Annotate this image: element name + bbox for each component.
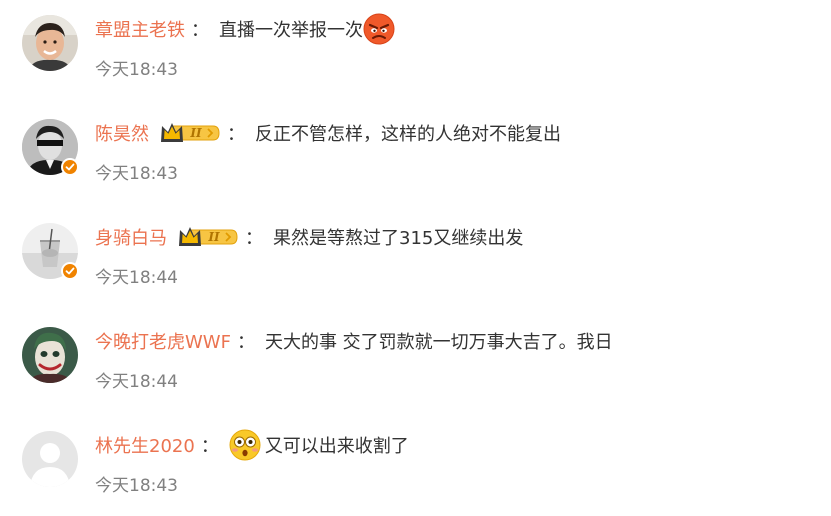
comment-time: 今天18:43 (95, 164, 178, 184)
avatar[interactable] (22, 15, 78, 71)
comment-text: 果然是等熬过了315又继续出发 (273, 228, 524, 249)
avatar[interactable] (22, 223, 79, 280)
vip-level-text: II (207, 230, 220, 244)
comment-list: 章盟主老铁 ： 直播一次举报一次 今天18:43 陈昊然 II ： 反正不管怎样… (0, 0, 831, 503)
default-avatar-icon (22, 431, 78, 487)
vip-level-text: II (189, 126, 202, 140)
verified-badge-icon (61, 158, 79, 176)
vip-level-badge-icon[interactable]: II (159, 120, 221, 146)
username-link[interactable]: 章盟主老铁 (95, 16, 185, 42)
verified-badge-icon (61, 262, 79, 280)
comment-line: 陈昊然 II ： 反正不管怎样，这样的人绝对不能复出 (95, 118, 561, 148)
colon-separator: ： (191, 20, 209, 41)
username-link[interactable]: 今晚打老虎WWF (95, 328, 231, 354)
comment-line: 身骑白马 II ： 果然是等熬过了315又继续出发 (95, 222, 523, 252)
comment-text: 反正不管怎样，这样的人绝对不能复出 (255, 124, 561, 145)
comment-item: 章盟主老铁 ： 直播一次举报一次 今天18:43 (0, 0, 831, 100)
comment-time: 今天18:44 (95, 372, 178, 392)
comment-time: 今天18:44 (95, 268, 178, 288)
comment-item: 今晚打老虎WWF ： 天大的事 交了罚款就一切万事大吉了。我日 今天18:44 (0, 312, 831, 412)
comment-text: 直播一次举报一次 (219, 20, 363, 41)
comment-line: 今晚打老虎WWF ： 天大的事 交了罚款就一切万事大吉了。我日 (95, 326, 613, 356)
comment-text: 又可以出来收割了 (264, 436, 409, 457)
colon-separator: ： (236, 332, 255, 353)
comment-item: 陈昊然 II ： 反正不管怎样，这样的人绝对不能复出 今天18:43 (0, 104, 831, 204)
username-link[interactable]: 身骑白马 (95, 224, 167, 250)
username-link[interactable]: 陈昊然 (95, 120, 149, 146)
username-link[interactable]: 林先生2020 (95, 432, 195, 458)
avatar[interactable] (22, 119, 79, 176)
colon-separator: ： (245, 228, 263, 249)
avatar[interactable] (22, 327, 78, 383)
shocked-face-icon (229, 429, 261, 461)
avatar[interactable] (22, 431, 78, 487)
colon-separator: ： (227, 124, 245, 145)
comment-time: 今天18:43 (95, 476, 178, 496)
comment-line: 章盟主老铁 ： 直播一次举报一次 (95, 13, 395, 45)
avatar-image (22, 15, 78, 71)
colon-separator: ： (200, 436, 219, 457)
angry-face-icon (363, 13, 395, 45)
comment-text: 天大的事 交了罚款就一切万事大吉了。我日 (264, 332, 613, 353)
comment-time: 今天18:43 (95, 60, 178, 80)
comment-line: 林先生2020 ： 又可以出来收割了 (95, 429, 409, 461)
vip-level-badge-icon[interactable]: II (177, 224, 239, 250)
avatar-image (22, 327, 78, 383)
comment-item: 林先生2020 ： 又可以出来收割了 今天18:43 (0, 416, 831, 516)
comment-item: 身骑白马 II ： 果然是等熬过了315又继续出发 今天18:44 (0, 208, 831, 308)
